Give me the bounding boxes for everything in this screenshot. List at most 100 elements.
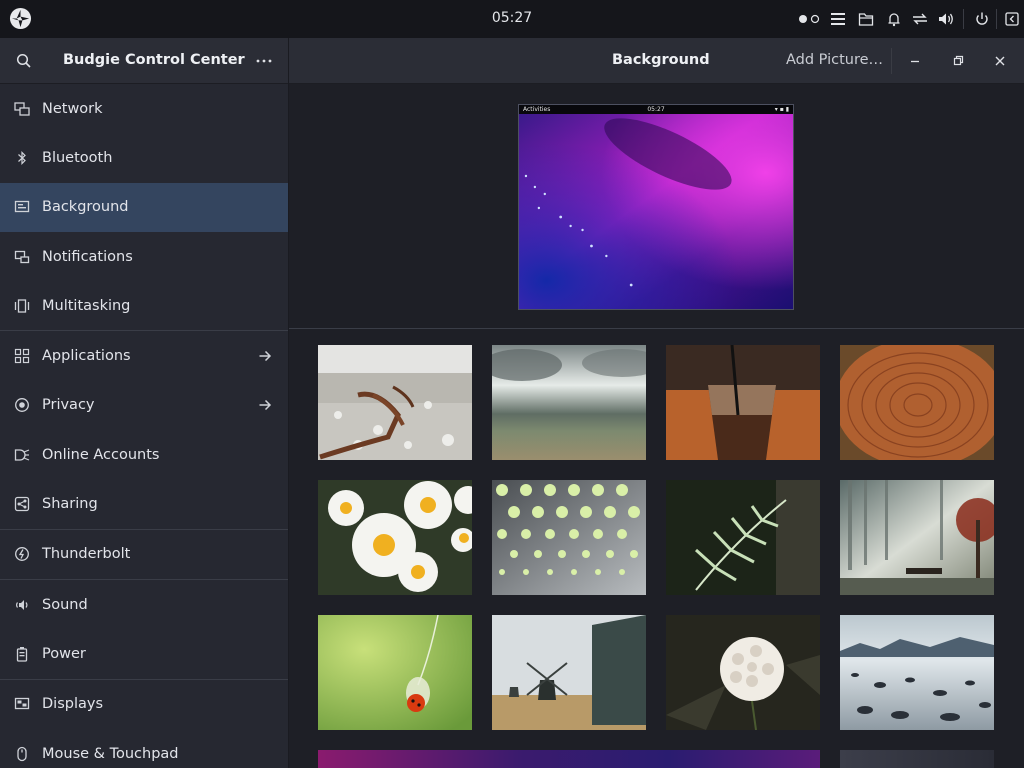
sidebar-item-label: Sharing: [42, 496, 98, 513]
sidebar-item-label: Mouse & Touchpad: [42, 745, 179, 762]
arrow-right-icon: [259, 351, 272, 362]
sidebar-item-label: Thunderbolt: [42, 546, 131, 563]
wallpaper-thumbnail[interactable]: [318, 480, 472, 595]
header-separator: [891, 48, 892, 74]
notifications-icon: [14, 250, 30, 263]
mouse-icon: [17, 746, 27, 761]
sidebar-item-online-accounts[interactable]: Online Accounts: [0, 430, 288, 479]
add-picture-button[interactable]: Add Picture…: [786, 52, 883, 68]
sidebar-item-power[interactable]: Power: [0, 629, 288, 678]
preview-wallpaper-image: [519, 114, 793, 309]
wallpaper-thumbnail[interactable]: [840, 345, 994, 460]
preview-clock: 05:27: [647, 106, 665, 113]
sidebar-item-label: Multitasking: [42, 297, 131, 314]
more-options-icon[interactable]: [254, 52, 274, 70]
folder-icon[interactable]: [858, 9, 874, 29]
sidebar-item-sound[interactable]: Sound: [0, 580, 288, 629]
daisies-image: [318, 480, 472, 595]
section-divider: [289, 328, 1024, 329]
ladybug-dandelion-image: [318, 615, 472, 730]
multitasking-icon: [14, 299, 30, 313]
perforated-metal-image: [492, 480, 646, 595]
privacy-icon: [15, 398, 29, 413]
wallpaper-thumbnail[interactable]: [492, 345, 646, 460]
sidebar-item-background[interactable]: Background: [0, 182, 288, 232]
wallpaper-thumbnail[interactable]: [318, 345, 472, 460]
misty-forest-image: [840, 480, 994, 595]
sidebar-header: Budgie Control Center: [0, 38, 288, 84]
sidebar-item-thunderbolt[interactable]: Thunderbolt: [0, 530, 288, 579]
minimize-icon[interactable]: [907, 53, 923, 69]
wallpaper-thumbnail[interactable]: [840, 750, 994, 768]
wallpaper-thumbnail[interactable]: [840, 480, 994, 595]
sound-icon: [16, 599, 28, 610]
sidebar-item-mouse-touchpad[interactable]: Mouse & Touchpad: [0, 729, 288, 768]
applications-icon: [14, 349, 30, 364]
restore-icon[interactable]: [950, 53, 966, 69]
preview-status-icons: ▾ ▪ ▮: [774, 106, 789, 113]
menu-icon[interactable]: [830, 9, 846, 29]
sidebar-item-sharing[interactable]: Sharing: [0, 479, 288, 528]
page-title: Background: [612, 52, 710, 68]
wallpaper-thumbnail[interactable]: [318, 615, 472, 730]
network-transfer-icon[interactable]: [911, 9, 929, 29]
white-flower-image: [666, 615, 820, 730]
sidebar-item-notifications[interactable]: Notifications: [0, 232, 288, 281]
main-header: Background Add Picture…: [289, 38, 1024, 84]
wood-rings-image: [840, 345, 994, 460]
bluetooth-icon: [18, 150, 26, 165]
thunderbolt-icon: [15, 547, 29, 562]
sidebar-item-privacy[interactable]: Privacy: [0, 381, 288, 430]
sidebar-item-label: Bluetooth: [42, 149, 113, 166]
displays-icon: [14, 698, 30, 710]
windmills-image: [492, 615, 646, 730]
panel-separator: [996, 9, 997, 29]
sidebar-title: Budgie Control Center: [63, 52, 245, 68]
sidebar-item-label: Applications: [42, 348, 131, 365]
arrow-right-icon: [259, 400, 272, 411]
sidebar-item-displays[interactable]: Displays: [0, 680, 288, 729]
wallpaper-thumbnail[interactable]: [666, 345, 820, 460]
power-icon[interactable]: [974, 9, 990, 29]
sidebar-item-applications[interactable]: Applications: [0, 331, 288, 380]
iced-coffee-image: [666, 345, 820, 460]
search-icon[interactable]: [15, 52, 33, 70]
network-icon: [14, 101, 30, 116]
power-icon: [16, 646, 28, 662]
collapse-panel-icon[interactable]: [1004, 9, 1020, 29]
sidebar-item-label: Online Accounts: [42, 446, 160, 463]
sidebar-item-label: Background: [42, 199, 129, 216]
top-panel: 05:27: [0, 0, 1024, 38]
sidebar-item-label: Sound: [42, 596, 88, 613]
main-content: Background Add Picture… Activities 05:27…: [289, 38, 1024, 768]
bell-icon[interactable]: [886, 9, 902, 29]
wallpaper-thumbnail[interactable]: [492, 480, 646, 595]
volume-icon[interactable]: [937, 9, 955, 29]
sidebar-item-label: Privacy: [42, 397, 95, 414]
panel-separator: [963, 9, 964, 29]
sidebar: Budgie Control Center Network Bluetooth …: [0, 38, 289, 768]
beach-anchor-image: [318, 345, 472, 460]
close-icon[interactable]: [992, 53, 1008, 69]
cloudy-sea-image: [492, 345, 646, 460]
sidebar-item-label: Displays: [42, 696, 104, 713]
sidebar-item-network[interactable]: Network: [0, 84, 288, 133]
sidebar-item-label: Power: [42, 645, 86, 662]
sidebar-item-multitasking[interactable]: Multitasking: [0, 281, 288, 330]
sharing-icon: [14, 496, 30, 512]
wallpaper-thumbnail[interactable]: [492, 615, 646, 730]
preview-top-bar: Activities 05:27 ▾ ▪ ▮: [519, 105, 793, 114]
wallpaper-thumbnail[interactable]: [666, 615, 820, 730]
sidebar-item-label: Notifications: [42, 248, 133, 265]
sidebar-item-label: Network: [42, 100, 103, 117]
wallpaper-thumbnail[interactable]: [666, 480, 820, 595]
fern-image: [666, 480, 820, 595]
background-preview: Activities 05:27 ▾ ▪ ▮: [518, 104, 794, 310]
online-accounts-icon: [14, 449, 30, 461]
workspace-indicator-icon[interactable]: [798, 9, 822, 29]
sidebar-item-bluetooth[interactable]: Bluetooth: [0, 133, 288, 182]
background-icon: [14, 201, 30, 213]
wallpaper-thumbnail[interactable]: [318, 750, 820, 768]
lake-stones-image: [840, 615, 994, 730]
wallpaper-thumbnail[interactable]: [840, 615, 994, 730]
